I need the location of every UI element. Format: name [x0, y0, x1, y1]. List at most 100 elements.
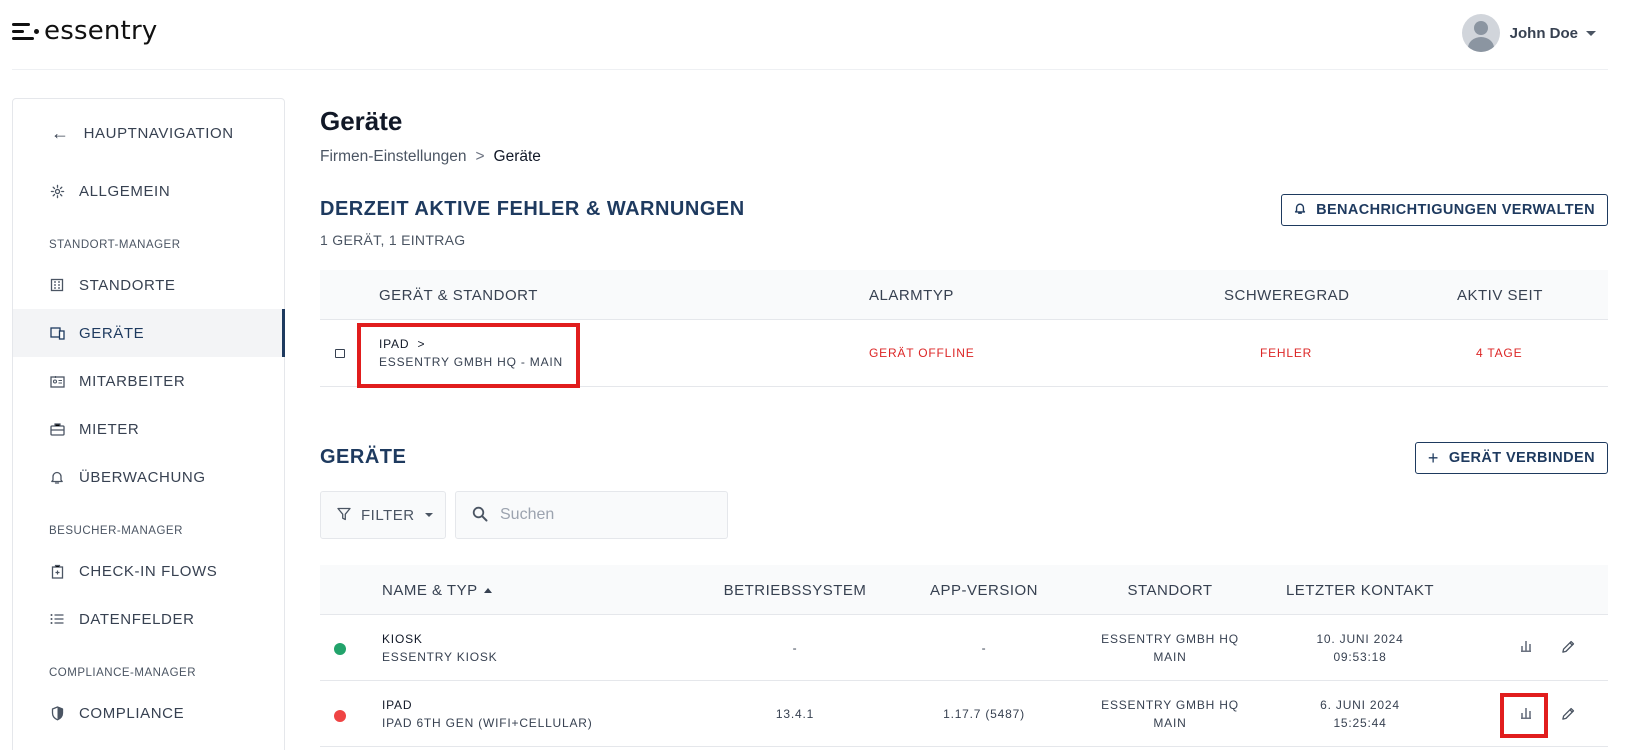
chevron-down-icon	[424, 513, 433, 517]
search-box[interactable]	[455, 491, 728, 539]
list-icon	[49, 611, 65, 627]
alerts-subtitle: 1 GERÄT, 1 EINTRAG	[320, 232, 466, 248]
last-contact-date: 6. JUNI 2024	[1320, 698, 1400, 712]
device-location: ESSENTRY GMBH HQ	[1101, 632, 1239, 646]
highlight-box	[1500, 693, 1548, 738]
gear-icon	[49, 183, 65, 199]
breadcrumb-parent[interactable]: Firmen-Einstellungen	[320, 148, 466, 166]
checkin-icon	[49, 563, 65, 579]
severity: FEHLER	[1260, 346, 1313, 360]
col-location: STANDORT	[1127, 581, 1213, 599]
col-device-location: GERÄT & STANDORT	[379, 286, 538, 304]
table-row[interactable]: KIOSK ESSENTRY KIOSK - - ESSENTRY GMBH H…	[320, 615, 1608, 681]
devices-table-header: NAME & TYP BETRIEBSSYSTEM APP-VERSION ST…	[320, 565, 1608, 615]
sidebar: ← HAUPTNAVIGATION ALLGEMEIN STANDORT-MAN…	[12, 98, 285, 750]
arrow-left-icon: ←	[51, 123, 70, 143]
sidebar-item-label: ÜBERWACHUNG	[79, 468, 206, 486]
sidebar-item-datenfelder[interactable]: DATENFELDER	[13, 595, 284, 643]
sidebar-item-label: COMPLIANCE	[79, 704, 185, 722]
status-offline-indicator	[334, 710, 346, 722]
sidebar-item-label: MITARBEITER	[79, 372, 186, 390]
sort-asc-icon	[483, 587, 492, 593]
device-app-version: -	[981, 641, 987, 655]
section-besucher-manager: BESUCHER-MANAGER	[49, 525, 183, 537]
logo-mark-icon	[12, 20, 40, 42]
sidebar-item-mitarbeiter[interactable]: MITARBEITER	[13, 357, 284, 405]
device-os: 13.4.1	[775, 707, 815, 721]
col-name-type[interactable]: NAME & TYP	[382, 565, 492, 615]
manage-notifications-label: BENACHRICHTIGUNGEN VERWALTEN	[1316, 202, 1595, 218]
page-title: Geräte	[320, 106, 403, 136]
id-card-icon	[49, 373, 65, 389]
plus-icon: +	[1427, 447, 1439, 468]
device-app-version: 1.17.7 (5487)	[943, 707, 1025, 721]
search-icon	[472, 506, 490, 524]
sidebar-item-label: DATENFELDER	[79, 610, 195, 628]
sidebar-item-label: MIETER	[79, 420, 140, 438]
building-icon	[49, 277, 65, 293]
device-location: ESSENTRY GMBH HQ	[1101, 698, 1239, 712]
col-os: BETRIEBSSYSTEM	[723, 581, 867, 599]
sidebar-item-allgemein[interactable]: ALLGEMEIN	[13, 167, 284, 215]
search-input[interactable]	[500, 506, 720, 524]
main-content: Geräte Firmen-Einstellungen > Geräte DER…	[320, 0, 1608, 750]
col-active-since: AKTIV SEIT	[1457, 286, 1543, 304]
sidebar-item-standorte[interactable]: STANDORTE	[13, 261, 284, 309]
back-to-main-nav[interactable]: ← HAUPTNAVIGATION	[51, 123, 234, 144]
logo-text: essentry	[44, 16, 158, 46]
status-online-indicator	[334, 643, 346, 655]
manage-notifications-button[interactable]: BENACHRICHTIGUNGEN VERWALTEN	[1281, 194, 1608, 226]
alerts-table-header: GERÄT & STANDORT ALARMTYP SCHWEREGRAD AK…	[320, 270, 1608, 320]
device-name: IPAD	[382, 698, 413, 712]
section-standort-manager: STANDORT-MANAGER	[49, 239, 181, 251]
edit-pencil-icon[interactable]	[1558, 636, 1578, 656]
section-compliance-manager: COMPLIANCE-MANAGER	[49, 667, 197, 679]
last-contact-date: 10. JUNI 2024	[1316, 632, 1404, 646]
bell-icon	[49, 469, 65, 485]
device-type: IPAD 6TH GEN (WIFI+CELLULAR)	[382, 716, 593, 730]
device-type: ESSENTRY KIOSK	[382, 650, 498, 664]
sidebar-item-checkin-flows[interactable]: CHECK-IN FLOWS	[13, 547, 284, 595]
filter-button[interactable]: FILTER	[320, 491, 446, 539]
alarm-type: GERÄT OFFLINE	[869, 346, 975, 360]
device-os: -	[792, 641, 798, 655]
table-row[interactable]: IPAD IPAD 6TH GEN (WIFI+CELLULAR) 13.4.1…	[320, 681, 1608, 747]
last-contact-time: 15:25:44	[1333, 716, 1387, 730]
sidebar-item-label: STANDORTE	[79, 276, 176, 294]
sidebar-item-ueberwachung[interactable]: ÜBERWACHUNG	[13, 453, 284, 501]
highlight-box	[357, 323, 580, 388]
sidebar-item-geraete[interactable]: GERÄTE	[13, 309, 285, 357]
devices-title: GERÄTE	[320, 446, 407, 468]
connect-device-button[interactable]: + GERÄT VERBINDEN	[1414, 442, 1608, 474]
col-last-contact: LETZTER KONTAKT	[1285, 581, 1435, 599]
briefcase-icon	[49, 421, 65, 437]
breadcrumb-current: Geräte	[493, 148, 541, 165]
sidebar-item-label: ALLGEMEIN	[79, 182, 171, 200]
devices-icon	[49, 325, 65, 341]
last-contact-time: 09:53:18	[1333, 650, 1387, 664]
alerts-title: DERZEIT AKTIVE FEHLER & WARNUNGEN	[320, 198, 745, 220]
device-name: KIOSK	[382, 632, 423, 646]
sidebar-item-label: GERÄTE	[79, 324, 145, 342]
device-location-sub: MAIN	[1153, 650, 1187, 664]
bar-chart-icon[interactable]	[1516, 636, 1536, 656]
col-severity: SCHWEREGRAD	[1224, 286, 1350, 304]
back-label: HAUPTNAVIGATION	[83, 125, 234, 142]
shield-icon	[49, 705, 65, 721]
col-alarm-type: ALARMTYP	[869, 286, 954, 304]
logo[interactable]: essentry	[12, 16, 157, 46]
row-checkbox[interactable]	[335, 349, 345, 358]
breadcrumb: Firmen-Einstellungen > Geräte	[320, 148, 541, 166]
sidebar-item-label: CHECK-IN FLOWS	[79, 562, 218, 580]
col-app-version: APP-VERSION	[929, 581, 1039, 599]
edit-pencil-icon[interactable]	[1558, 703, 1578, 723]
sidebar-item-mieter[interactable]: MIETER	[13, 405, 284, 453]
filter-icon	[337, 507, 351, 524]
connect-device-label: GERÄT VERBINDEN	[1448, 450, 1595, 466]
sidebar-item-compliance[interactable]: COMPLIANCE	[13, 689, 284, 737]
device-location-sub: MAIN	[1153, 716, 1187, 730]
filter-label: FILTER	[361, 506, 415, 524]
breadcrumb-separator: >	[475, 148, 485, 165]
bell-icon	[1294, 202, 1306, 218]
active-since: 4 TAGE	[1476, 346, 1523, 360]
